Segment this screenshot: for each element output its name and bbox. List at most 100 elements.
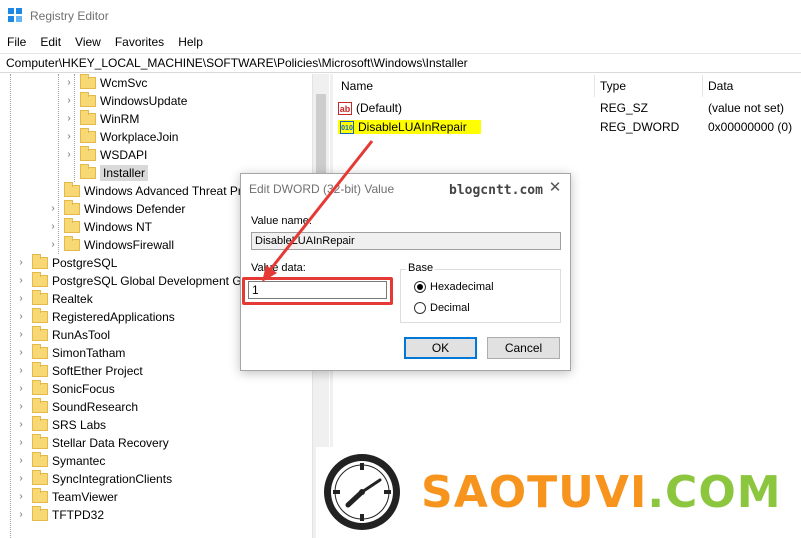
tree-item[interactable]: › Symantec xyxy=(16,452,105,470)
tree-item[interactable]: › SonicFocus xyxy=(16,380,115,398)
tree-item[interactable]: › TeamViewer xyxy=(16,488,118,506)
cancel-button[interactable]: Cancel xyxy=(487,337,560,359)
chevron-right-icon[interactable]: › xyxy=(16,402,26,412)
folder-icon xyxy=(64,200,80,215)
chevron-right-icon[interactable]: › xyxy=(16,276,26,286)
chevron-right-icon[interactable]: › xyxy=(16,348,26,358)
site-logo: SAOTUVI.COM xyxy=(316,447,801,538)
value-row-selected[interactable]: 010 DisableLUAInRepair REG_DWORD 0x00000… xyxy=(338,118,798,136)
tree-item[interactable]: › Windows NT xyxy=(48,218,152,236)
window-title: Registry Editor xyxy=(30,9,109,23)
chevron-right-icon[interactable]: › xyxy=(64,150,74,160)
chevron-right-icon[interactable]: › xyxy=(16,312,26,322)
folder-icon xyxy=(32,344,48,359)
tree-item-label: WorkplaceJoin xyxy=(100,130,179,144)
tree-item[interactable]: › PostgreSQL xyxy=(16,254,117,272)
column-header-type[interactable]: Type xyxy=(600,79,626,93)
scrollbar-thumb[interactable] xyxy=(316,94,326,184)
tree-item[interactable]: › SoundResearch xyxy=(16,398,138,416)
value-data-input[interactable] xyxy=(248,281,387,299)
chevron-right-icon[interactable]: › xyxy=(16,510,26,520)
tree-item[interactable]: › Realtek xyxy=(16,290,93,308)
chevron-right-icon[interactable]: › xyxy=(64,78,74,88)
chevron-right-icon[interactable]: › xyxy=(48,240,58,250)
chevron-right-icon[interactable]: › xyxy=(16,438,26,448)
tree-item[interactable]: › WorkplaceJoin xyxy=(64,128,178,146)
tree-item[interactable]: › WinRM xyxy=(64,110,139,128)
column-header-name[interactable]: Name xyxy=(341,79,373,93)
tree-item-label: WindowsFirewall xyxy=(84,238,175,252)
folder-icon xyxy=(32,326,48,341)
tree-item[interactable]: › WcmSvc xyxy=(64,74,147,92)
folder-icon xyxy=(32,506,48,521)
value-row[interactable]: ab (Default) REG_SZ (value not set) xyxy=(338,99,798,117)
chevron-right-icon[interactable]: › xyxy=(16,258,26,268)
menu-help[interactable]: Help xyxy=(171,35,210,49)
tree-item[interactable]: › WindowsFirewall xyxy=(48,236,174,254)
menu-view[interactable]: View xyxy=(68,35,108,49)
tree-item-label: TeamViewer xyxy=(52,490,118,504)
tree-item-label: WcmSvc xyxy=(100,76,148,90)
tree-item[interactable]: › SyncIntegrationClients xyxy=(16,470,172,488)
menu-edit[interactable]: Edit xyxy=(33,35,68,49)
folder-icon xyxy=(80,74,96,89)
folder-icon xyxy=(32,434,48,449)
menu-favorites[interactable]: Favorites xyxy=(108,35,171,49)
tree-item-label: Windows NT xyxy=(84,220,153,234)
folder-icon xyxy=(64,182,80,197)
chevron-right-icon[interactable]: › xyxy=(16,366,26,376)
tree-item[interactable]: › RunAsTool xyxy=(16,326,110,344)
radio-hexadecimal[interactable]: Hexadecimal xyxy=(414,281,494,293)
value-name-field: DisableLUAInRepair xyxy=(251,232,561,250)
tree-item-label: WindowsUpdate xyxy=(100,94,188,108)
tree-item[interactable]: › TFTPD32 xyxy=(16,506,104,524)
tree-item[interactable]: › SoftEther Project xyxy=(16,362,143,380)
tree-item[interactable]: Windows Advanced Threat Pro xyxy=(64,182,249,200)
folder-icon xyxy=(80,164,96,179)
folder-icon xyxy=(64,218,80,233)
chevron-right-icon[interactable]: › xyxy=(16,492,26,502)
radio-checked-icon[interactable] xyxy=(414,281,426,293)
tree-item-selected[interactable]: Installer xyxy=(80,164,149,182)
menu-bar: File Edit View Favorites Help xyxy=(0,32,210,52)
ok-button[interactable]: OK xyxy=(404,337,477,359)
chevron-right-icon[interactable]: › xyxy=(16,294,26,304)
tree-item[interactable]: › WindowsUpdate xyxy=(64,92,187,110)
chevron-right-icon[interactable]: › xyxy=(48,204,58,214)
chevron-right-icon[interactable]: › xyxy=(16,330,26,340)
tree-item-label: SimonTatham xyxy=(52,346,126,360)
tree-item-label: SyncIntegrationClients xyxy=(52,472,173,486)
chevron-right-icon[interactable]: › xyxy=(16,384,26,394)
chevron-right-icon[interactable]: › xyxy=(48,222,58,232)
folder-icon xyxy=(64,236,80,251)
radio-unchecked-icon[interactable] xyxy=(414,302,426,314)
column-header-data[interactable]: Data xyxy=(708,79,733,93)
value-name-label: Value name: xyxy=(251,215,312,227)
address-bar[interactable]: Computer\HKEY_LOCAL_MACHINE\SOFTWARE\Pol… xyxy=(0,53,801,73)
tree-item[interactable]: › RegisteredApplications xyxy=(16,308,175,326)
tree-item[interactable]: › WSDAPI xyxy=(64,146,147,164)
chevron-right-icon[interactable]: › xyxy=(64,96,74,106)
tree-item[interactable]: › PostgreSQL Global Development Gro xyxy=(16,272,252,290)
chevron-right-icon[interactable]: › xyxy=(16,420,26,430)
tree-item[interactable]: › SRS Labs xyxy=(16,416,106,434)
tree-item-label: WinRM xyxy=(100,112,140,126)
folder-icon xyxy=(80,92,96,107)
chevron-right-icon[interactable]: › xyxy=(64,114,74,124)
registry-editor-icon xyxy=(8,8,24,24)
tree-item[interactable]: › Stellar Data Recovery xyxy=(16,434,169,452)
chevron-right-icon[interactable]: › xyxy=(64,132,74,142)
close-icon[interactable]: ✕ xyxy=(545,179,565,197)
folder-icon xyxy=(32,488,48,503)
tree-item-label: RunAsTool xyxy=(52,328,111,342)
menu-file[interactable]: File xyxy=(0,35,33,49)
tree-item[interactable]: › Windows Defender xyxy=(48,200,185,218)
tree-item[interactable]: › SimonTatham xyxy=(16,344,125,362)
folder-icon xyxy=(32,308,48,323)
highlighted-value-name: 010 DisableLUAInRepair xyxy=(338,120,481,134)
logo-wordmark: SAOTUVI.COM xyxy=(421,467,782,518)
chevron-right-icon[interactable]: › xyxy=(16,456,26,466)
value-name: DisableLUAInRepair xyxy=(358,120,467,134)
chevron-right-icon[interactable]: › xyxy=(16,474,26,484)
radio-decimal[interactable]: Decimal xyxy=(414,302,470,314)
